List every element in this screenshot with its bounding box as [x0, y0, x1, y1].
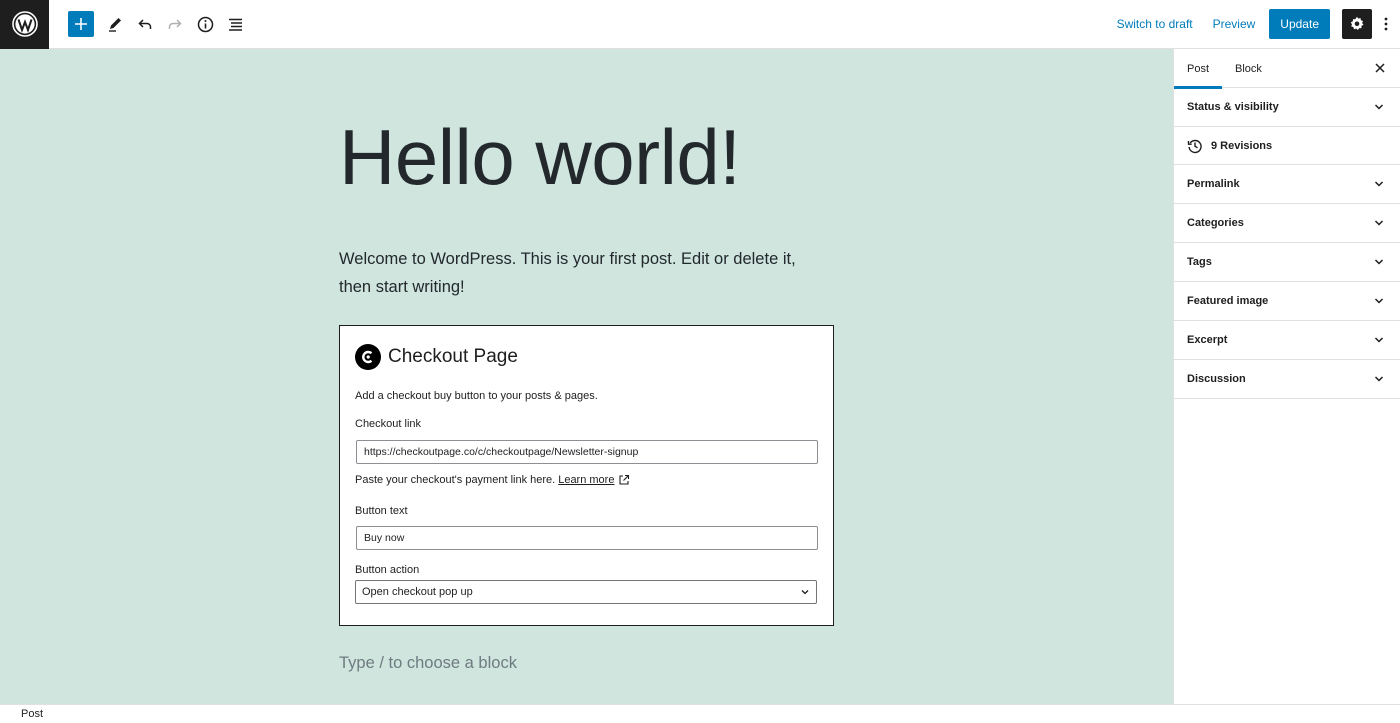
redo-button[interactable] — [161, 10, 189, 38]
update-button[interactable]: Update — [1269, 9, 1330, 39]
panel-featured-image[interactable]: Featured image — [1174, 282, 1400, 321]
checkout-link-help: Paste your checkout's payment link here.… — [355, 474, 630, 486]
settings-button[interactable] — [1342, 9, 1372, 39]
chevron-down-icon — [1374, 376, 1384, 382]
panel-excerpt[interactable]: Excerpt — [1174, 321, 1400, 360]
history-icon — [1187, 139, 1202, 153]
chevron-down-icon — [1374, 220, 1384, 226]
block-breadcrumb: Post — [0, 704, 1400, 723]
panel-status-visibility[interactable]: Status & visibility — [1174, 88, 1400, 127]
checkout-page-logo-icon — [355, 344, 381, 370]
panel-categories[interactable]: Categories — [1174, 204, 1400, 243]
undo-icon — [138, 19, 152, 29]
options-button[interactable] — [1372, 9, 1400, 39]
learn-more-link[interactable]: Learn more — [558, 474, 614, 486]
panel-label: Tags — [1187, 256, 1212, 268]
panel-label: Categories — [1187, 217, 1244, 229]
block-description: Add a checkout buy button to your posts … — [355, 390, 598, 402]
checkout-link-label: Checkout link — [355, 418, 422, 430]
details-button[interactable] — [191, 10, 219, 38]
checkout-page-block[interactable]: Checkout Page Add a checkout buy button … — [339, 325, 834, 626]
sidebar-tabs: Post Block — [1174, 49, 1400, 89]
panel-label: Discussion — [1187, 373, 1246, 385]
pencil-icon — [109, 18, 121, 32]
post-title[interactable]: Hello world! — [339, 111, 741, 205]
chevron-down-icon — [1374, 337, 1384, 343]
panel-label: Featured image — [1187, 295, 1269, 307]
button-text-label: Button text — [355, 505, 408, 517]
button-action-label: Button action — [355, 564, 420, 576]
preview-button[interactable]: Preview — [1203, 17, 1266, 31]
plus-icon — [75, 18, 87, 30]
block-appender[interactable]: Type / to choose a block — [339, 654, 517, 673]
undo-button[interactable] — [131, 10, 159, 38]
chevron-down-icon — [1374, 181, 1384, 187]
editor-canvas[interactable]: Hello world! Welcome to WordPress. This … — [0, 49, 1173, 704]
add-block-button[interactable] — [68, 11, 94, 37]
panel-label: Excerpt — [1187, 334, 1228, 346]
close-icon[interactable] — [1374, 62, 1386, 74]
panel-tags[interactable]: Tags — [1174, 243, 1400, 282]
button-action-select[interactable]: Open checkout pop up — [355, 580, 817, 604]
wordpress-logo-button[interactable] — [0, 0, 49, 49]
panel-label: Permalink — [1187, 178, 1240, 190]
paragraph-block[interactable]: Welcome to WordPress. This is your first… — [339, 245, 829, 301]
panel-permalink[interactable]: Permalink — [1174, 165, 1400, 204]
tab-post[interactable]: Post — [1174, 49, 1223, 89]
checkout-link-input[interactable]: https://checkoutpage.co/c/checkoutpage/N… — [356, 440, 818, 464]
gear-icon — [1350, 16, 1364, 30]
wordpress-logo-icon — [11, 11, 38, 37]
block-title: Checkout Page — [388, 346, 518, 367]
panel-discussion[interactable]: Discussion — [1174, 360, 1400, 399]
button-text-input[interactable]: Buy now — [356, 526, 818, 550]
panel-label: Status & visibility — [1187, 101, 1279, 113]
tools-button[interactable] — [101, 10, 129, 38]
chevron-down-icon — [1374, 259, 1384, 265]
button-action-value: Open checkout pop up — [362, 586, 473, 598]
more-vertical-icon — [1384, 17, 1388, 31]
info-icon — [197, 16, 213, 32]
help-text: Paste your checkout's payment link here. — [355, 474, 556, 486]
editor-header: Switch to draft Preview Update — [0, 0, 1400, 49]
external-link-icon — [619, 474, 630, 485]
chevron-down-icon — [1374, 104, 1384, 110]
list-view-button[interactable] — [221, 10, 249, 38]
revisions-link[interactable]: 9 Revisions — [1174, 127, 1400, 165]
chevron-down-icon — [1374, 298, 1384, 304]
block-header: Checkout Page — [355, 344, 518, 370]
switch-to-draft-button[interactable]: Switch to draft — [1107, 17, 1203, 31]
tab-block[interactable]: Block — [1222, 49, 1275, 88]
breadcrumb-post[interactable]: Post — [21, 708, 43, 720]
redo-icon — [168, 19, 182, 29]
list-view-icon — [228, 18, 242, 31]
panel-label: 9 Revisions — [1211, 139, 1273, 152]
chevron-down-icon — [801, 590, 809, 595]
settings-sidebar: Post Block Status & visibility 9 Revisio… — [1173, 49, 1400, 704]
